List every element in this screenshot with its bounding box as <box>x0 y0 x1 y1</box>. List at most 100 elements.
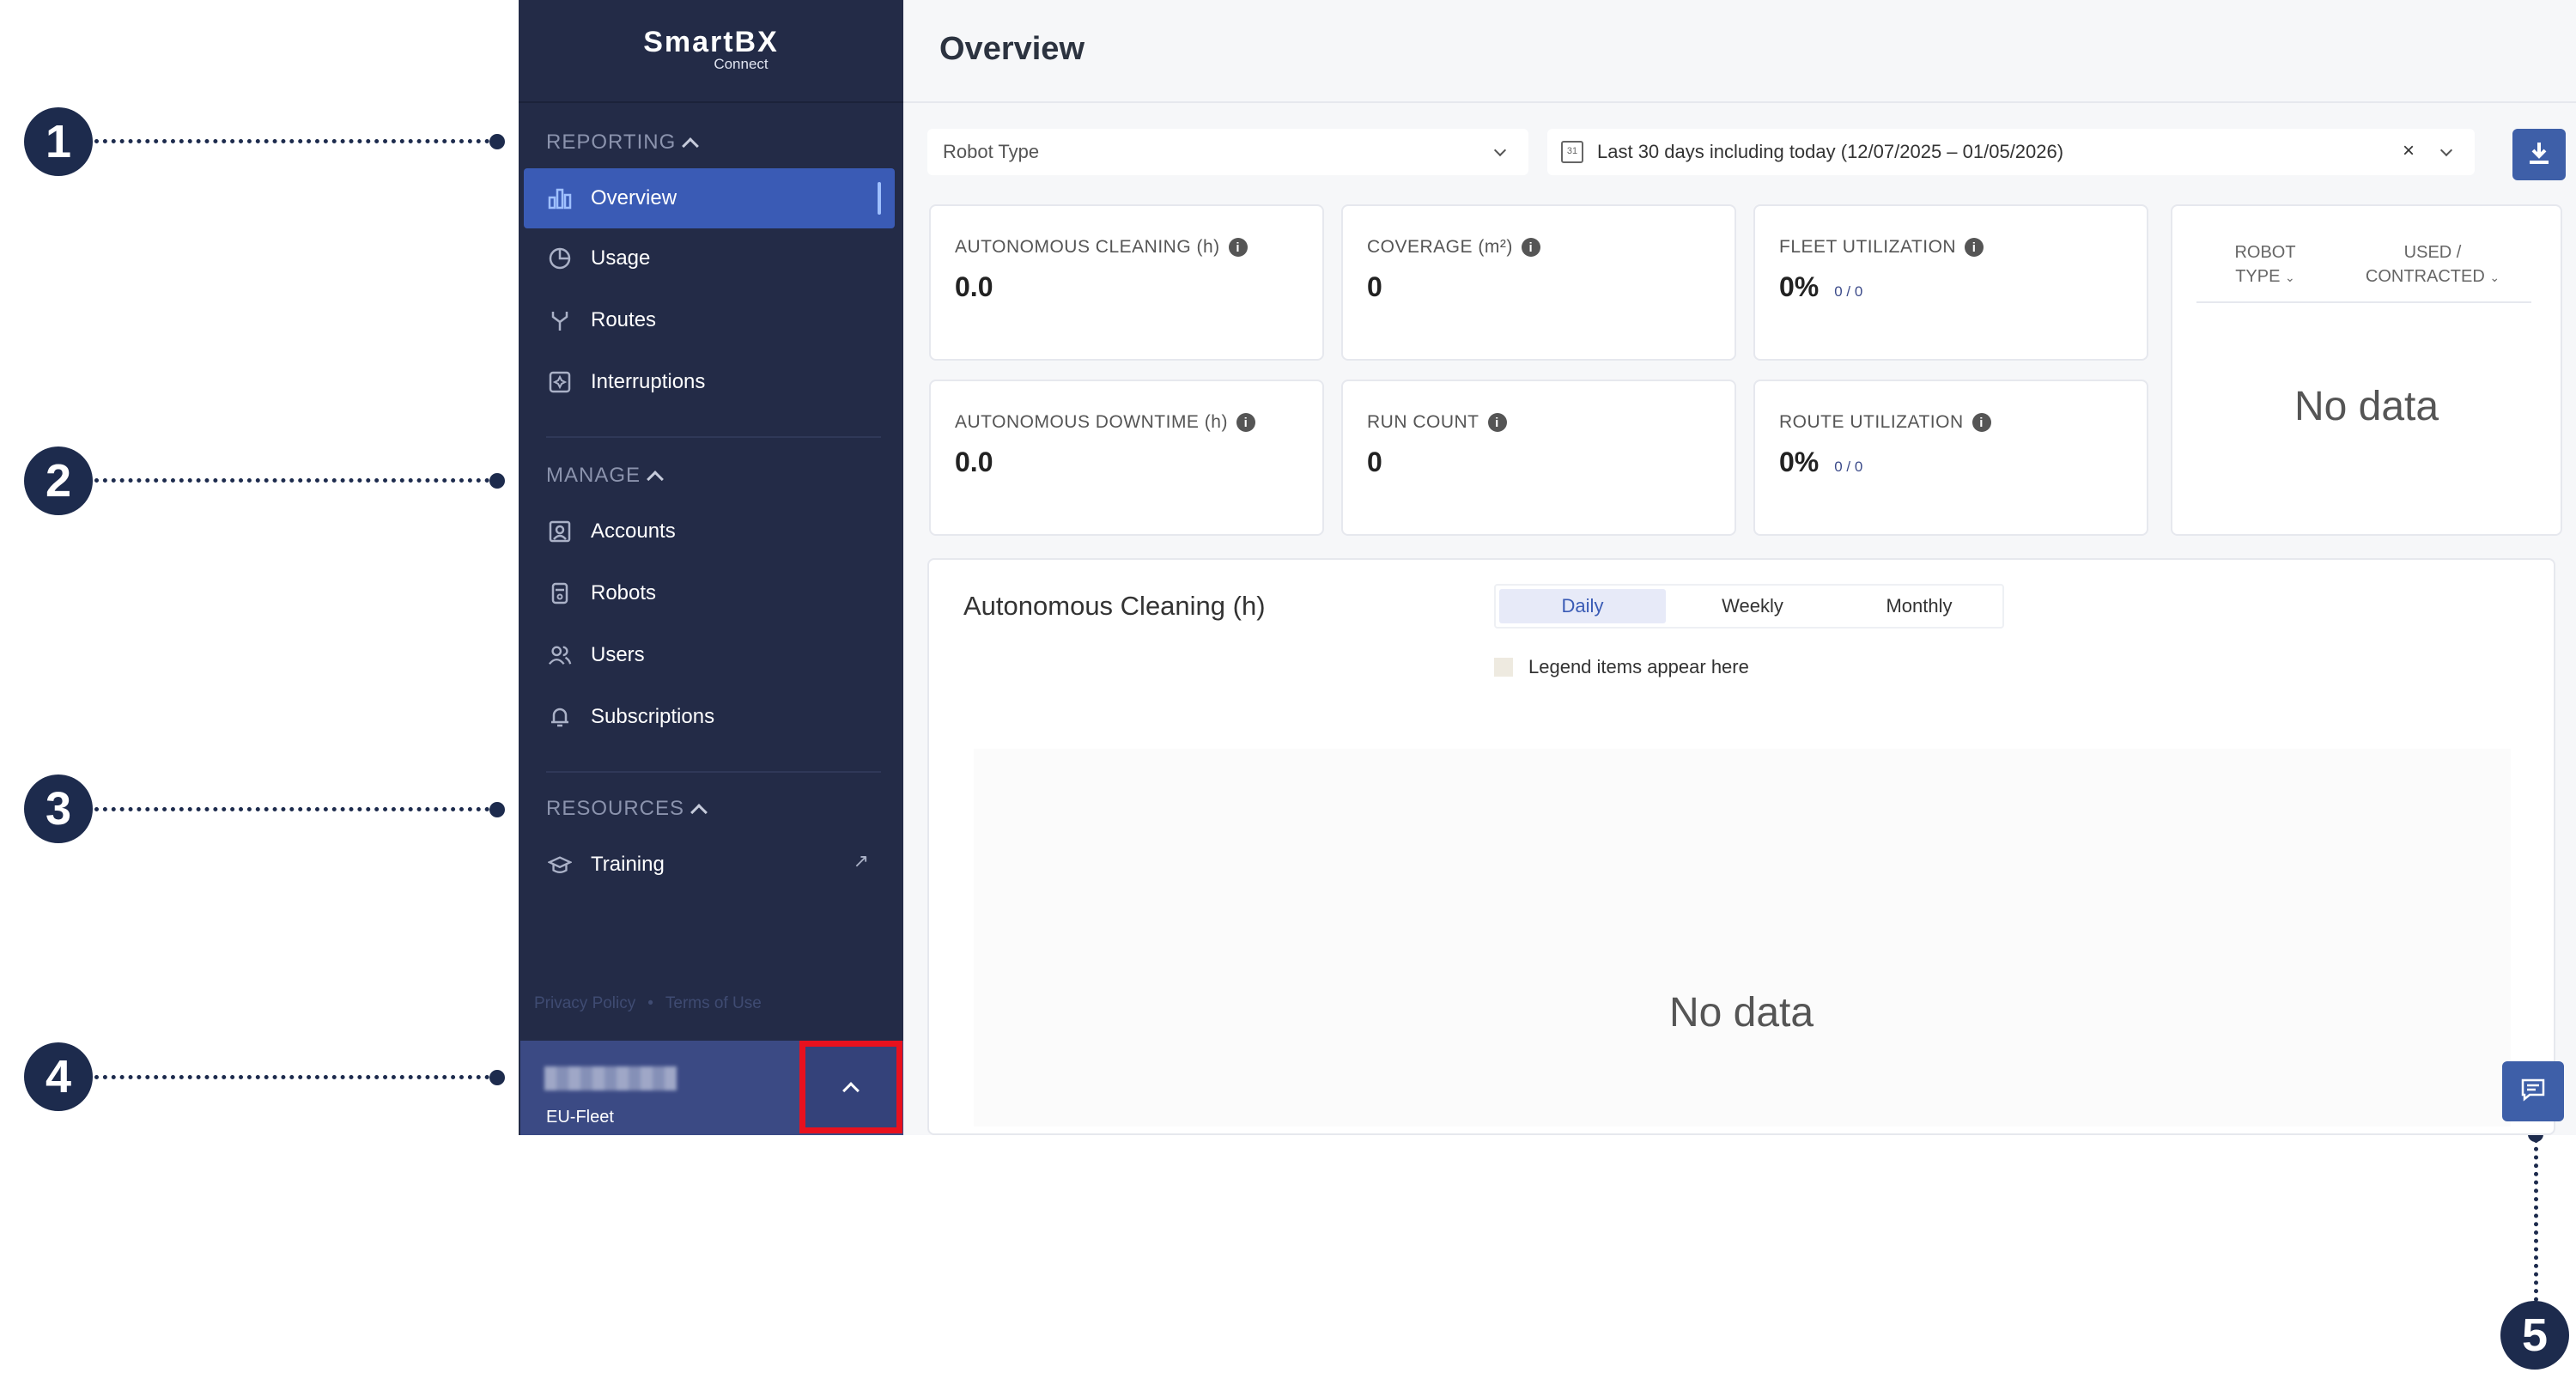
metric-label: COVERAGE (m²) <box>1367 237 1513 257</box>
info-icon[interactable]: i <box>1228 238 1248 257</box>
sidebar: SmartBX Connect REPORTING Overview Usage… <box>519 0 903 1135</box>
sidebar-item-label: Accounts <box>591 519 676 543</box>
sidebar-item-label: Interruptions <box>591 370 706 393</box>
bar-chart-icon <box>548 186 572 210</box>
sidebar-item-label: Users <box>591 643 645 666</box>
info-icon[interactable]: i <box>1236 413 1255 432</box>
sidebar-item-label: Usage <box>591 246 651 270</box>
brand-logo[interactable]: SmartBX Connect <box>519 26 903 73</box>
sidebar-item-subscriptions[interactable]: Subscriptions <box>524 687 895 747</box>
metric-card-run-count: RUN COUNT i 0 <box>1341 380 1736 536</box>
info-icon[interactable]: i <box>1521 238 1540 257</box>
callout-leader-line <box>94 807 498 811</box>
table-header: ROBOT TYPE ⌄ USED / CONTRACTED ⌄ <box>2196 240 2531 303</box>
chevron-down-icon: ⌄ <box>2489 270 2500 284</box>
metric-label-row: RUN COUNT i <box>1367 412 1507 433</box>
chart-plot-area <box>974 749 2511 1127</box>
divider <box>519 101 903 103</box>
metric-label-row: COVERAGE (m²) i <box>1367 237 1540 258</box>
metric-value: 0% <box>1779 446 1820 477</box>
metric-label-row: ROUTE UTILIZATION i <box>1779 412 1991 433</box>
section-resources-header[interactable]: RESOURCES <box>546 797 708 821</box>
callout-leader-line <box>94 478 498 483</box>
chevron-down-icon <box>1493 143 1507 157</box>
sidebar-item-label: Training <box>591 853 665 876</box>
account-expand-button[interactable] <box>799 1041 902 1133</box>
sidebar-item-overview[interactable]: Overview <box>524 168 895 228</box>
robot-type-placeholder: Robot Type <box>943 141 1040 162</box>
robot-type-select[interactable]: Robot Type <box>927 129 1528 175</box>
robot-usage-table-card: ROBOT TYPE ⌄ USED / CONTRACTED ⌄ No data <box>2171 204 2562 536</box>
metric-value-row: 0 <box>1367 446 1382 478</box>
chevron-up-icon <box>682 137 700 155</box>
metric-card-autonomous-cleaning: AUTONOMOUS CLEANING (h) i 0.0 <box>929 204 1324 361</box>
sidebar-item-interruptions[interactable]: Interruptions <box>524 352 895 412</box>
chart-card: Autonomous Cleaning (h) Daily Weekly Mon… <box>927 558 2555 1135</box>
info-icon[interactable]: i <box>1971 413 1991 432</box>
sidebar-item-robots[interactable]: Robots <box>524 563 895 623</box>
sidebar-item-routes[interactable]: Routes <box>524 290 895 350</box>
section-manage-header[interactable]: MANAGE <box>546 464 664 488</box>
tab-weekly[interactable]: Weekly <box>1669 586 1836 627</box>
chat-icon <box>2519 1077 2547 1107</box>
metric-label: RUN COUNT <box>1367 412 1479 432</box>
sidebar-item-usage[interactable]: Usage <box>524 228 895 289</box>
footer-separator: • <box>647 994 653 1012</box>
info-icon[interactable]: i <box>1487 413 1507 432</box>
clear-date-button[interactable]: × <box>2403 139 2415 163</box>
column-used-contracted[interactable]: USED / CONTRACTED ⌄ <box>2351 240 2514 289</box>
period-tabs: Daily Weekly Monthly <box>1494 584 2004 629</box>
chat-button[interactable] <box>2502 1061 2564 1121</box>
callout-dot <box>489 134 505 149</box>
column-label: USED / CONTRACTED <box>2365 243 2485 286</box>
top-bar: Overview <box>903 0 2576 103</box>
account-switcher[interactable]: EU-Fleet <box>520 1041 903 1135</box>
chevron-up-icon <box>647 471 664 488</box>
download-button[interactable] <box>2512 129 2566 180</box>
date-range-picker[interactable]: 31 Last 30 days including today (12/07/2… <box>1547 129 2475 175</box>
metric-value: 0 <box>1367 271 1382 302</box>
sidebar-item-label: Robots <box>591 581 657 604</box>
tab-monthly[interactable]: Monthly <box>1836 586 2002 627</box>
tab-daily[interactable]: Daily <box>1499 589 1666 623</box>
metric-ratio: 0 / 0 <box>1834 283 1863 300</box>
metric-value-row: 0.0 <box>955 446 993 478</box>
section-title: MANAGE <box>546 464 641 487</box>
info-icon[interactable]: i <box>1965 238 1984 257</box>
stage: 1 2 3 4 5 SmartBX Connect REPORTING Over… <box>0 0 2576 1385</box>
divider <box>546 436 881 438</box>
sidebar-item-accounts[interactable]: Accounts <box>524 501 895 562</box>
callout-number: 4 <box>24 1042 93 1111</box>
metric-value: 0.0 <box>955 446 993 477</box>
sidebar-item-label: Routes <box>591 308 657 331</box>
chevron-down-icon: ⌄ <box>2285 270 2295 284</box>
external-link-icon: ↗ <box>853 850 869 872</box>
section-reporting-header[interactable]: REPORTING <box>546 131 700 155</box>
sidebar-item-label: Overview <box>591 186 677 210</box>
privacy-policy-link[interactable]: Privacy Policy <box>534 994 635 1013</box>
robot-icon <box>548 581 572 605</box>
metric-label-row: AUTONOMOUS DOWNTIME (h) i <box>955 412 1255 433</box>
section-title: REPORTING <box>546 131 677 154</box>
metric-card-fleet-utilization: FLEET UTILIZATION i 0% 0 / 0 <box>1753 204 2148 361</box>
calendar-icon: 31 <box>1561 141 1583 163</box>
column-robot-type[interactable]: ROBOT TYPE ⌄ <box>2214 240 2317 289</box>
route-icon <box>548 308 572 332</box>
metric-card-route-utilization: ROUTE UTILIZATION i 0% 0 / 0 <box>1753 380 2148 536</box>
divider <box>546 771 881 773</box>
callout-number: 2 <box>24 446 93 515</box>
sidebar-item-training[interactable]: Training ↗ <box>524 835 895 895</box>
metric-label: ROUTE UTILIZATION <box>1779 412 1964 432</box>
pie-chart-icon <box>548 246 572 270</box>
sidebar-item-users[interactable]: Users <box>524 625 895 685</box>
chart-legend: Legend items appear here <box>1494 656 1749 678</box>
callout-dot <box>489 1070 505 1085</box>
bell-icon <box>548 705 572 729</box>
callout-number: 5 <box>2500 1301 2569 1370</box>
metric-label-row: FLEET UTILIZATION i <box>1779 237 1984 258</box>
metric-ratio: 0 / 0 <box>1834 459 1863 475</box>
metric-label-row: AUTONOMOUS CLEANING (h) i <box>955 237 1248 258</box>
terms-of-use-link[interactable]: Terms of Use <box>665 994 762 1013</box>
account-name-redacted <box>544 1066 677 1090</box>
chevron-down-icon <box>2439 143 2453 157</box>
